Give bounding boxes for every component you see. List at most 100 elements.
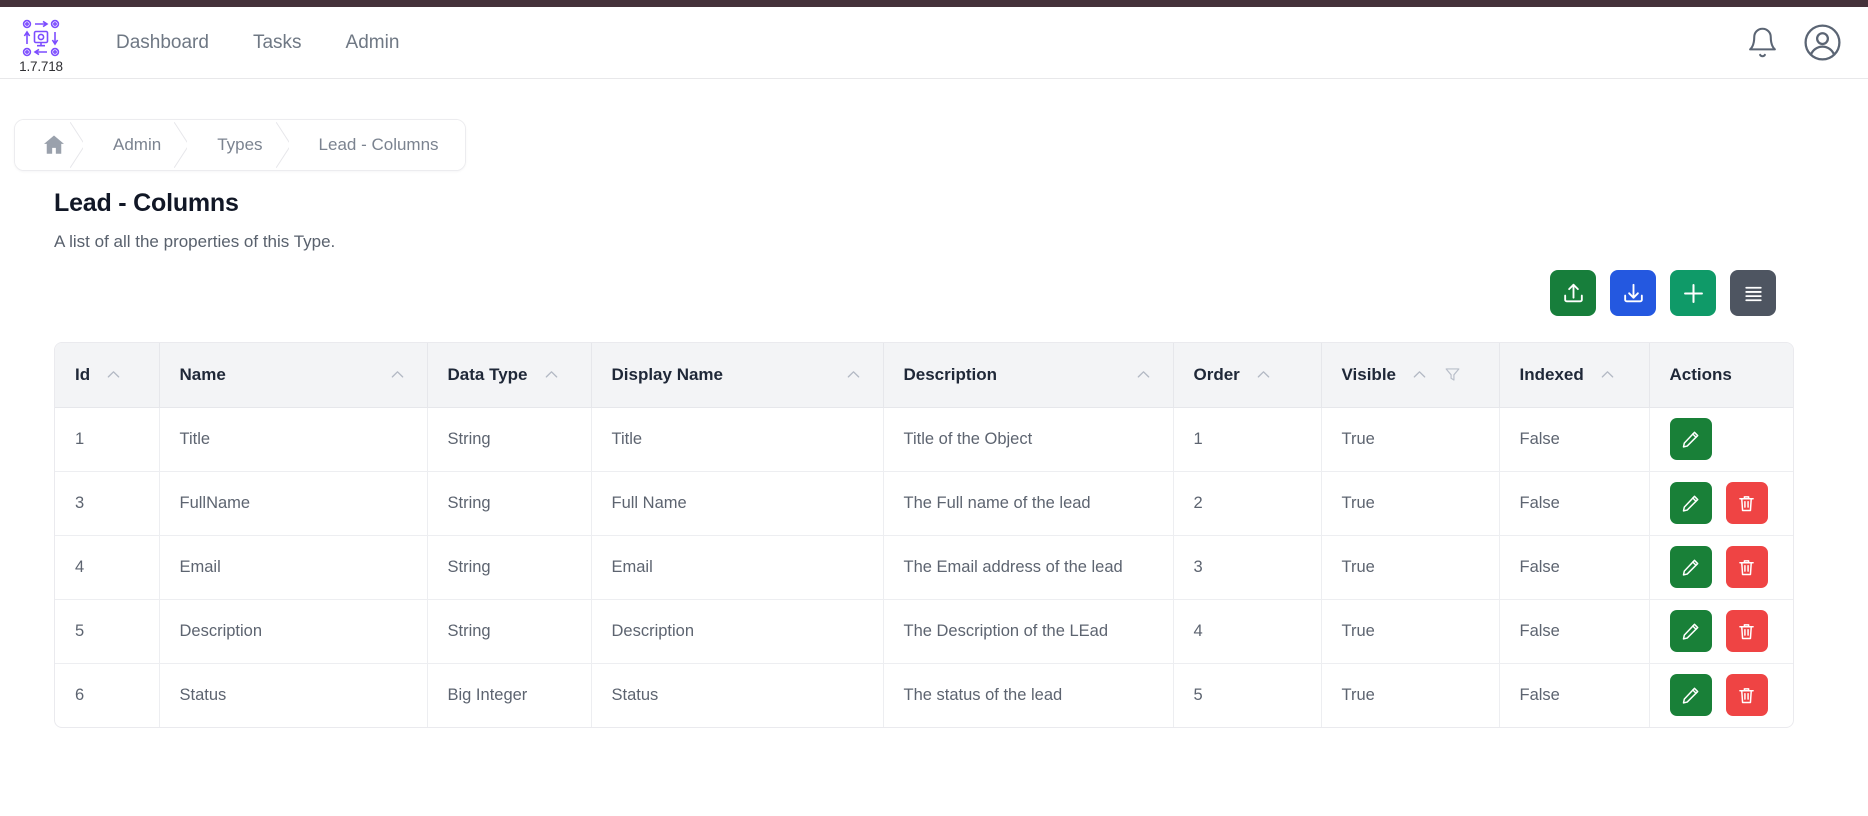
trash-icon xyxy=(1739,495,1754,511)
page-content: Admin Types Lead - Columns Lead - Column… xyxy=(0,79,1868,728)
cell-indexed: False xyxy=(1499,535,1650,600)
sort-ascending-icon[interactable] xyxy=(1598,365,1617,384)
breadcrumb-item-admin[interactable]: Admin xyxy=(83,120,188,170)
table-row: 5 Description String Description The Descrip… xyxy=(55,599,1793,664)
cell-description: Title of the Object xyxy=(883,407,1174,472)
cell-name: Status xyxy=(159,663,428,727)
delete-row-button[interactable] xyxy=(1725,482,1768,524)
cell-data-type: String xyxy=(427,471,592,536)
row-action-buttons xyxy=(1669,482,1776,524)
cell-description: The Description of the LEad xyxy=(883,599,1174,664)
app-version-label: 1.7.718 xyxy=(19,58,63,74)
cell-display-name: Full Name xyxy=(591,471,884,536)
table-header-row: Id Name Data Type Display Name Descripti… xyxy=(55,343,1793,408)
cell-id: 4 xyxy=(55,535,160,600)
cell-actions xyxy=(1649,471,1793,536)
row-action-buttons xyxy=(1669,418,1776,460)
row-action-buttons xyxy=(1669,610,1776,652)
edit-row-button[interactable] xyxy=(1669,418,1712,460)
sort-ascending-icon[interactable] xyxy=(1134,365,1153,384)
sort-ascending-icon[interactable] xyxy=(542,365,561,384)
cell-display-name: Email xyxy=(591,535,884,600)
column-header-data-type-label: Data Type xyxy=(447,364,528,384)
main-nav: Dashboard Tasks Admin xyxy=(94,24,421,62)
nav-item-admin[interactable]: Admin xyxy=(324,24,422,62)
cell-visible: True xyxy=(1321,663,1500,727)
breadcrumb: Admin Types Lead - Columns xyxy=(14,119,466,171)
pencil-icon xyxy=(1682,687,1699,704)
cell-name: FullName xyxy=(159,471,428,536)
cell-indexed: False xyxy=(1499,471,1650,536)
notifications-button[interactable] xyxy=(1746,26,1779,59)
cell-indexed: False xyxy=(1499,407,1650,472)
column-header-order[interactable]: Order xyxy=(1173,343,1322,408)
cell-id: 3 xyxy=(55,471,160,536)
column-header-indexed[interactable]: Indexed xyxy=(1499,343,1650,408)
edit-row-button[interactable] xyxy=(1669,674,1712,717)
nav-item-dashboard[interactable]: Dashboard xyxy=(94,24,231,62)
cell-id: 1 xyxy=(55,407,160,472)
cell-order: 1 xyxy=(1173,407,1322,472)
cell-name: Email xyxy=(159,535,428,600)
cell-description: The Email address of the lead xyxy=(883,535,1174,600)
cell-description: The Full name of the lead xyxy=(883,471,1174,536)
breadcrumb-item-home[interactable] xyxy=(15,120,83,170)
edit-row-button[interactable] xyxy=(1669,482,1712,524)
page-title: Lead - Columns xyxy=(54,189,239,217)
table-body: 1 Title String Title Title of the Object 1 Tru… xyxy=(55,407,1793,727)
download-button[interactable] xyxy=(1610,270,1656,316)
sort-ascending-icon[interactable] xyxy=(844,365,863,384)
cell-order: 5 xyxy=(1173,663,1322,727)
page-subtitle: A list of all the properties of this Typ… xyxy=(54,232,336,251)
cell-visible: True xyxy=(1321,471,1500,536)
column-header-visible-label: Visible xyxy=(1341,364,1397,384)
breadcrumb-item-lead-columns[interactable]: Lead - Columns xyxy=(288,120,465,170)
column-header-description[interactable]: Description xyxy=(883,343,1174,408)
cell-order: 4 xyxy=(1173,599,1322,664)
column-header-description-label: Description xyxy=(903,364,998,384)
edit-row-button[interactable] xyxy=(1669,610,1712,652)
pencil-icon xyxy=(1682,623,1699,640)
cell-data-type: Big Integer xyxy=(427,663,592,727)
column-header-id[interactable]: Id xyxy=(55,343,160,408)
cell-display-name: Title xyxy=(591,407,884,472)
nav-item-tasks[interactable]: Tasks xyxy=(231,24,324,62)
filter-funnel-icon[interactable] xyxy=(1443,365,1462,384)
table-options-menu-button[interactable] xyxy=(1730,270,1776,316)
download-icon xyxy=(1623,283,1643,302)
add-button[interactable] xyxy=(1670,270,1716,316)
breadcrumb-item-types[interactable]: Types xyxy=(187,120,289,170)
brand-logo-block[interactable]: 1.7.718 xyxy=(10,18,72,74)
delete-row-button[interactable] xyxy=(1725,610,1768,652)
column-header-name[interactable]: Name xyxy=(159,343,428,408)
cell-indexed: False xyxy=(1499,599,1650,664)
columns-table-container: Id Name Data Type Display Name Descripti… xyxy=(54,342,1794,728)
column-header-order-label: Order xyxy=(1193,364,1240,384)
column-header-display-name[interactable]: Display Name xyxy=(591,343,884,408)
sort-ascending-icon[interactable] xyxy=(104,365,123,384)
cell-order: 3 xyxy=(1173,535,1322,600)
home-icon xyxy=(44,135,64,154)
table-row: 6 Status Big Integer Status The status of th… xyxy=(55,663,1793,727)
sort-ascending-icon[interactable] xyxy=(1410,365,1429,384)
delete-row-button[interactable] xyxy=(1725,546,1768,588)
cell-name: Title xyxy=(159,407,428,472)
trash-icon xyxy=(1739,687,1754,703)
sort-ascending-icon[interactable] xyxy=(388,365,407,384)
upload-button[interactable] xyxy=(1550,270,1596,316)
edit-row-button[interactable] xyxy=(1669,546,1712,588)
pencil-icon xyxy=(1682,431,1699,448)
cell-order: 2 xyxy=(1173,471,1322,536)
column-header-visible[interactable]: Visible xyxy=(1321,343,1500,408)
cell-actions xyxy=(1649,407,1793,472)
table-row: 1 Title String Title Title of the Object 1 Tru… xyxy=(55,407,1793,472)
column-header-data-type[interactable]: Data Type xyxy=(427,343,592,408)
column-header-id-label: Id xyxy=(75,364,91,384)
upload-icon xyxy=(1563,283,1583,302)
delete-row-button[interactable] xyxy=(1725,674,1768,717)
cell-display-name: Status xyxy=(591,663,884,727)
sort-ascending-icon[interactable] xyxy=(1254,365,1273,384)
column-header-name-label: Name xyxy=(179,364,226,384)
account-button[interactable] xyxy=(1803,23,1842,62)
pencil-icon xyxy=(1682,495,1699,512)
